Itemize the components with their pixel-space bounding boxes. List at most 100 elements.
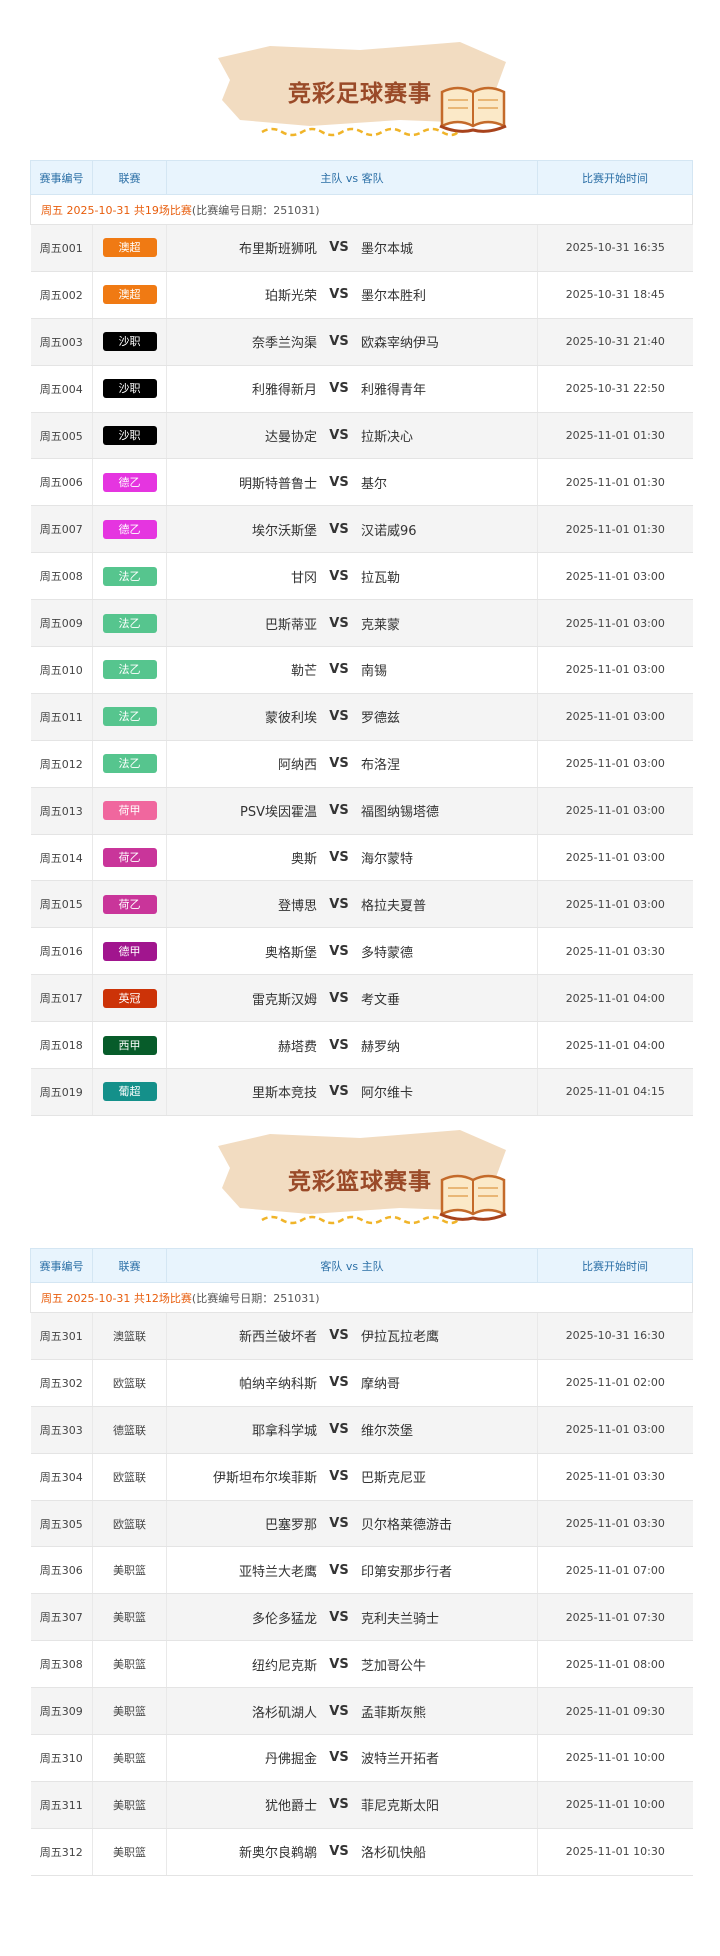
table-row[interactable]: 周五016 德甲 奥格斯堡 VS 多特蒙德 2025-11-01 03:30 [30,927,693,976]
league-badge[interactable]: 沙职 [102,426,157,445]
table-row[interactable]: 周五304 欧篮联 伊斯坦布尔埃菲斯 VS 巴斯克尼亚 2025-11-01 03:30 [30,1452,693,1501]
league-badge[interactable]: 澳超 [102,285,157,305]
second-team[interactable]: 孟菲斯灰熊 [361,1702,537,1721]
first-team[interactable]: 登博思 [167,895,317,914]
league-badge[interactable]: 荷乙 [102,894,157,914]
league-label[interactable]: 美职篮 [113,1611,146,1624]
league-label[interactable]: 欧篮联 [113,1518,146,1531]
first-team[interactable]: 帕纳辛纳科斯 [167,1373,317,1392]
league-label[interactable]: 美职篮 [113,1705,146,1718]
second-team[interactable]: 拉斯决心 [361,426,537,445]
second-team[interactable]: 多特蒙德 [361,942,537,961]
first-team[interactable]: PSV埃因霍温 [167,801,317,820]
second-team[interactable]: 拉瓦勒 [361,567,537,586]
table-row[interactable]: 周五312 美职篮 新奥尔良鹈鹕 VS 洛杉矶快船 2025-11-01 10:30 [30,1827,693,1876]
second-team[interactable]: 布洛涅 [361,754,537,773]
table-row[interactable]: 周五311 美职篮 犹他爵士 VS 菲尼克斯太阳 2025-11-01 10:00 [30,1780,693,1829]
second-team[interactable]: 芝加哥公牛 [361,1655,537,1674]
table-row[interactable]: 周五008 法乙 甘冈 VS 拉瓦勒 2025-11-01 03:00 [30,552,693,601]
second-team[interactable]: 欧森宰纳伊马 [361,332,537,351]
table-row[interactable]: 周五015 荷乙 登博思 VS 格拉夫夏普 2025-11-01 03:00 [30,880,693,929]
second-team[interactable]: 格拉夫夏普 [361,895,537,914]
table-row[interactable]: 周五301 澳篮联 新西兰破坏者 VS 伊拉瓦拉老鹰 2025-10-31 16:30 [30,1312,693,1360]
league-badge[interactable]: 法乙 [102,613,157,633]
second-team[interactable]: 伊拉瓦拉老鹰 [361,1326,537,1345]
league-badge[interactable]: 沙职 [102,332,157,352]
table-row[interactable]: 周五002 澳超 珀斯光荣 VS 墨尔本胜利 2025-10-31 18:45 [30,270,693,319]
table-row[interactable]: 周五004 沙职 利雅得新月 VS 利雅得青年 2025-10-31 22:50 [30,364,693,413]
second-team[interactable]: 基尔 [361,473,537,492]
second-team[interactable]: 洛杉矶快船 [361,1842,537,1861]
second-team[interactable]: 摩纳哥 [361,1373,537,1392]
table-row[interactable]: 周五003 沙职 奈季兰沟渠 VS 欧森宰纳伊马 2025-10-31 21:40 [30,317,693,366]
first-team[interactable]: 奥斯 [167,848,317,867]
table-row[interactable]: 周五309 美职篮 洛杉矶湖人 VS 孟菲斯灰熊 2025-11-01 09:30 [30,1687,693,1736]
league-badge[interactable]: 沙职 [102,379,157,399]
league-label[interactable]: 欧篮联 [113,1377,146,1390]
first-team[interactable]: 亚特兰大老鹰 [167,1561,317,1580]
second-team[interactable]: 克利夫兰骑士 [361,1608,537,1627]
league-label[interactable]: 美职篮 [113,1658,146,1671]
first-team[interactable]: 珀斯光荣 [167,285,317,304]
table-row[interactable]: 周五308 美职篮 纽约尼克斯 VS 芝加哥公牛 2025-11-01 08:00 [30,1640,693,1689]
second-team[interactable]: 克莱蒙 [361,614,537,633]
first-team[interactable]: 阿纳西 [167,754,317,773]
table-row[interactable]: 周五010 法乙 勒芒 VS 南锡 2025-11-01 03:00 [30,646,693,694]
league-badge[interactable]: 德乙 [102,472,157,492]
first-team[interactable]: 蒙彼利埃 [167,707,317,726]
second-team[interactable]: 海尔蒙特 [361,848,537,867]
first-team[interactable]: 犹他爵士 [167,1795,317,1814]
league-label[interactable]: 美职篮 [113,1799,146,1812]
first-team[interactable]: 新奥尔良鹈鹕 [167,1842,317,1861]
second-team[interactable]: 菲尼克斯太阳 [361,1795,537,1814]
first-team[interactable]: 勒芒 [167,660,317,679]
table-row[interactable]: 周五013 荷甲 PSV埃因霍温 VS 福图纳锡塔德 2025-11-01 03:00 [30,786,693,835]
second-team[interactable]: 赫罗纳 [361,1036,537,1055]
second-team[interactable]: 汉诺威96 [361,520,537,539]
second-team[interactable]: 考文垂 [361,989,537,1008]
table-row[interactable]: 周五019 葡超 里斯本竞技 VS 阿尔维卡 2025-11-01 04:15 [30,1068,693,1116]
table-row[interactable]: 周五005 沙职 达曼协定 VS 拉斯决心 2025-11-01 01:30 [30,411,693,460]
second-team[interactable]: 巴斯克尼亚 [361,1467,537,1486]
first-team[interactable]: 新西兰破坏者 [167,1326,317,1345]
first-team[interactable]: 明斯特普鲁士 [167,473,317,492]
second-team[interactable]: 福图纳锡塔德 [361,801,537,820]
first-team[interactable]: 甘冈 [167,567,317,586]
first-team[interactable]: 洛杉矶湖人 [167,1702,317,1721]
league-label[interactable]: 美职篮 [113,1564,146,1577]
table-row[interactable]: 周五306 美职篮 亚特兰大老鹰 VS 印第安那步行者 2025-11-01 07:00 [30,1546,693,1595]
league-badge[interactable]: 德甲 [102,941,157,961]
second-team[interactable]: 波特兰开拓者 [361,1748,537,1767]
second-team[interactable]: 贝尔格莱德游击 [361,1514,537,1533]
first-team[interactable]: 丹佛掘金 [167,1748,317,1767]
league-badge[interactable]: 荷甲 [102,801,157,821]
first-team[interactable]: 赫塔费 [167,1036,317,1055]
second-team[interactable]: 罗德兹 [361,707,537,726]
second-team[interactable]: 阿尔维卡 [361,1082,537,1101]
league-badge[interactable]: 法乙 [102,754,157,774]
table-row[interactable]: 周五018 西甲 赫塔费 VS 赫罗纳 2025-11-01 04:00 [30,1021,693,1070]
first-team[interactable]: 利雅得新月 [167,379,317,398]
league-label[interactable]: 欧篮联 [113,1471,146,1484]
league-badge[interactable]: 法乙 [102,660,157,680]
league-label[interactable]: 美职篮 [113,1846,146,1859]
first-team[interactable]: 巴塞罗那 [167,1514,317,1533]
table-row[interactable]: 周五007 德乙 埃尔沃斯堡 VS 汉诺威96 2025-11-01 01:30 [30,505,693,554]
second-team[interactable]: 南锡 [361,660,537,679]
table-row[interactable]: 周五001 澳超 布里斯班狮吼 VS 墨尔本城 2025-10-31 16:35 [30,224,693,272]
league-badge[interactable]: 葡超 [102,1082,157,1102]
table-row[interactable]: 周五014 荷乙 奥斯 VS 海尔蒙特 2025-11-01 03:00 [30,833,693,882]
second-team[interactable]: 印第安那步行者 [361,1561,537,1580]
table-row[interactable]: 周五302 欧篮联 帕纳辛纳科斯 VS 摩纳哥 2025-11-01 02:00 [30,1358,693,1407]
first-team[interactable]: 多伦多猛龙 [167,1608,317,1627]
first-team[interactable]: 耶拿科学城 [167,1420,317,1439]
first-team[interactable]: 埃尔沃斯堡 [167,520,317,539]
first-team[interactable]: 巴斯蒂亚 [167,614,317,633]
second-team[interactable]: 墨尔本胜利 [361,285,537,304]
first-team[interactable]: 奈季兰沟渠 [167,332,317,351]
league-label[interactable]: 德篮联 [113,1424,146,1437]
first-team[interactable]: 布里斯班狮吼 [167,238,317,257]
league-label[interactable]: 澳篮联 [113,1330,146,1343]
first-team[interactable]: 里斯本竞技 [167,1082,317,1101]
table-row[interactable]: 周五012 法乙 阿纳西 VS 布洛涅 2025-11-01 03:00 [30,739,693,788]
